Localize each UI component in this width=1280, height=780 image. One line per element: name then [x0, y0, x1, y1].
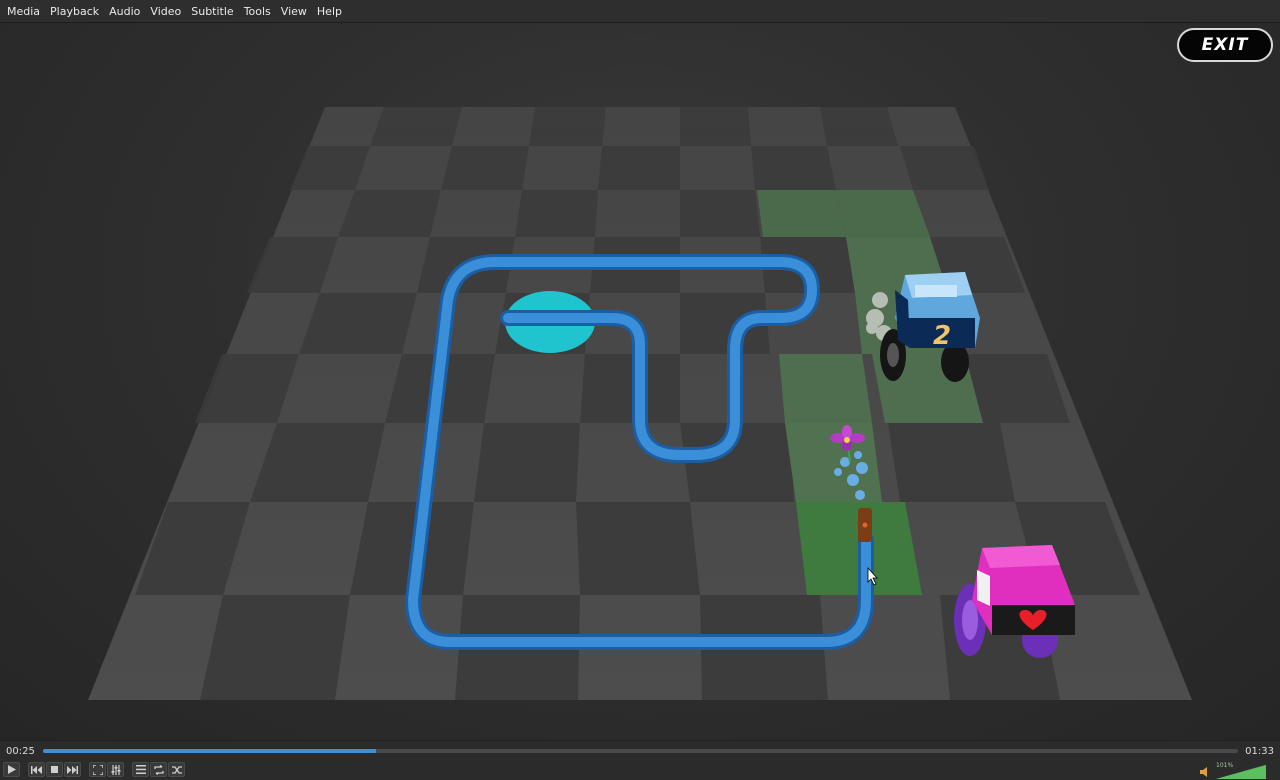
menu-help[interactable]: Help: [312, 0, 347, 23]
total-time: 01:33: [1245, 746, 1274, 757]
next-icon: [67, 765, 78, 774]
equalizer-icon: [111, 764, 120, 775]
control-buttons: [3, 761, 186, 778]
menu-video[interactable]: Video: [145, 0, 186, 23]
next-button[interactable]: [64, 762, 81, 777]
menu-media[interactable]: Media: [2, 0, 45, 23]
shuffle-button[interactable]: [168, 762, 185, 777]
seek-progress: [43, 749, 377, 753]
game-scene: 2: [88, 107, 1192, 700]
extended-settings-button[interactable]: [107, 762, 124, 777]
menu-bar: Media Playback Audio Video Subtitle Tool…: [0, 0, 1280, 23]
seek-bar[interactable]: [43, 749, 1238, 753]
fullscreen-button[interactable]: [89, 762, 106, 777]
elapsed-time: 00:25: [6, 746, 35, 757]
previous-icon: [31, 765, 42, 774]
player-controls: 00:25 01:33 101%: [0, 740, 1280, 780]
menu-playback[interactable]: Playback: [45, 0, 104, 23]
volume-control[interactable]: 101%: [1200, 762, 1270, 779]
playlist-icon: [135, 765, 146, 774]
menu-view[interactable]: View: [276, 0, 312, 23]
menu-audio[interactable]: Audio: [104, 0, 145, 23]
stop-button[interactable]: [46, 762, 63, 777]
stop-icon: [51, 766, 58, 773]
video-viewport[interactable]: 2 EXIT: [0, 23, 1280, 740]
menu-tools[interactable]: Tools: [239, 0, 276, 23]
volume-slider[interactable]: [1216, 765, 1266, 779]
play-button[interactable]: [3, 762, 20, 777]
play-icon: [8, 765, 16, 774]
fullscreen-icon: [92, 764, 103, 775]
speaker-icon: [1200, 767, 1207, 777]
playlist-button[interactable]: [132, 762, 149, 777]
exit-button[interactable]: EXIT: [1177, 28, 1273, 62]
menu-subtitle[interactable]: Subtitle: [186, 0, 238, 23]
loop-button[interactable]: [150, 762, 167, 777]
shuffle-icon: [171, 765, 182, 774]
loop-icon: [153, 764, 164, 775]
previous-button[interactable]: [28, 762, 45, 777]
truck-number: 2: [933, 321, 951, 351]
